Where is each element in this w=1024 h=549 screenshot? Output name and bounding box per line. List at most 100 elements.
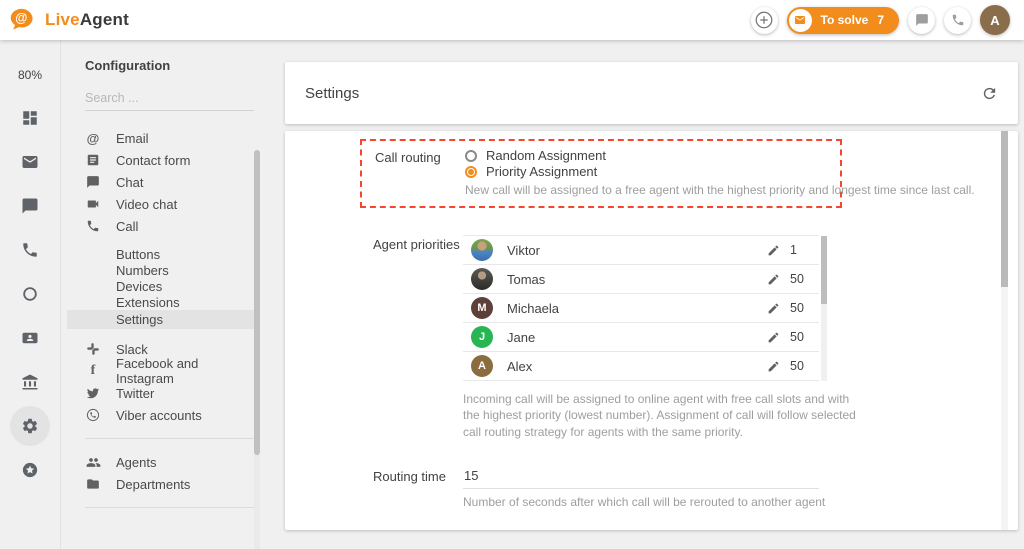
contacts-icon[interactable]: [10, 318, 50, 358]
slack-icon: [85, 342, 101, 356]
agent-priorities-section: Agent priorities Viktor 1 Tomas 50: [373, 235, 1018, 440]
chat-icon[interactable]: [10, 186, 50, 226]
topbar-actions: To solve 7 A: [751, 5, 1010, 35]
chats-button[interactable]: [908, 7, 935, 34]
mail-icon[interactable]: [10, 142, 50, 182]
sidebar-item-chat[interactable]: Chat: [85, 171, 254, 193]
sidebar-item-label: Slack: [116, 342, 148, 357]
sidebar-subitem-devices[interactable]: Devices: [85, 278, 254, 294]
avatar: [471, 268, 493, 290]
liveagent-logo[interactable]: @ LiveAgent: [10, 8, 129, 33]
chat-bubble-icon: [85, 175, 101, 189]
sidebar-item-label: Departments: [116, 477, 190, 492]
sidebar-item-call[interactable]: Call: [85, 215, 254, 237]
edit-priority-icon[interactable]: [767, 360, 780, 373]
sidebar-item-label: Chat: [116, 175, 143, 190]
agent-priorities-description: Incoming call will be assigned to online…: [463, 391, 861, 440]
routing-time-input[interactable]: [463, 468, 819, 489]
agent-row[interactable]: M Michaela 50: [463, 294, 819, 323]
status-ring-icon[interactable]: [10, 274, 50, 314]
content-scrollbar[interactable]: [1001, 131, 1008, 530]
sidebar-nav: @ Email Contact form Chat Video chat: [85, 127, 254, 508]
edit-priority-icon[interactable]: [767, 244, 780, 257]
phone-icon[interactable]: [10, 230, 50, 270]
sidebar-subitem-settings[interactable]: Settings: [67, 310, 254, 329]
dashboard-icon[interactable]: [10, 98, 50, 138]
routing-time-description: Number of seconds after which call will …: [463, 494, 825, 510]
video-camera-icon: [85, 197, 101, 211]
agent-row[interactable]: Tomas 50: [463, 265, 819, 294]
settings-header: Settings: [285, 62, 1018, 124]
refresh-button[interactable]: [981, 85, 998, 102]
to-solve-button[interactable]: To solve 7: [787, 7, 899, 34]
sidebar-item-label: Agents: [116, 455, 156, 470]
sidebar-divider: [85, 507, 254, 508]
agent-list-scrollbar[interactable]: [821, 236, 827, 381]
edit-priority-icon[interactable]: [767, 331, 780, 344]
avatar: J: [471, 326, 493, 348]
to-solve-label: To solve: [821, 13, 869, 27]
sidebar-divider: [85, 438, 254, 439]
edit-priority-icon[interactable]: [767, 273, 780, 286]
avatar: A: [471, 355, 493, 377]
to-solve-count: 7: [877, 13, 884, 27]
edit-priority-icon[interactable]: [767, 302, 780, 315]
routing-time-section: Routing time Number of seconds after whi…: [373, 467, 1018, 510]
sidebar-item-viber[interactable]: Viber accounts: [85, 404, 254, 426]
main-panel: Settings Call routing Random Assignment …: [283, 40, 1024, 549]
liveagent-wordmark: LiveAgent: [45, 10, 129, 30]
agent-priorities-label: Agent priorities: [373, 235, 463, 440]
agents-icon: [85, 455, 101, 470]
agent-row[interactable]: Viktor 1: [463, 236, 819, 265]
radio-priority-assignment[interactable]: Priority Assignment: [465, 164, 985, 179]
agent-list-scrollbar-thumb[interactable]: [821, 236, 827, 304]
page-title: Settings: [305, 85, 359, 102]
sidebar-item-label: Call: [116, 219, 138, 234]
sidebar-subitem-numbers[interactable]: Numbers: [85, 262, 254, 278]
sidebar-item-label: Viber accounts: [116, 408, 202, 423]
avatar: M: [471, 297, 493, 319]
sidebar-subitem-extensions[interactable]: Extensions: [85, 294, 254, 310]
sidebar-scrollbar[interactable]: [254, 150, 260, 549]
avatar: [471, 239, 493, 261]
settings-gear-icon[interactable]: [10, 406, 50, 446]
user-avatar[interactable]: A: [980, 5, 1010, 35]
content-scrollbar-thumb[interactable]: [1001, 131, 1008, 287]
configuration-sidebar: Configuration @ Email Contact form Chat: [60, 40, 283, 549]
sidebar-item-email[interactable]: @ Email: [85, 127, 254, 149]
radio-unchecked-icon: [465, 150, 477, 162]
call-routing-options: Random Assignment Priority Assignment Ne…: [465, 148, 985, 198]
sidebar-subitem-buttons[interactable]: Buttons: [85, 246, 254, 262]
icon-rail: 80%: [0, 40, 60, 549]
sidebar-item-label: Twitter: [116, 386, 154, 401]
star-icon[interactable]: [10, 450, 50, 490]
sidebar-item-video-chat[interactable]: Video chat: [85, 193, 254, 215]
sidebar-item-label: Facebook and Instagram: [116, 356, 254, 386]
sidebar-item-label: Email: [116, 131, 149, 146]
at-icon: @: [85, 131, 101, 146]
call-routing-label: Call routing: [375, 148, 465, 198]
routing-time-label: Routing time: [373, 467, 463, 510]
sidebar-scrollbar-thumb[interactable]: [254, 150, 260, 455]
call-routing-description: New call will be assigned to a free agen…: [465, 182, 985, 198]
search-input[interactable]: [85, 87, 254, 111]
agent-row[interactable]: A Alex 50: [463, 352, 819, 381]
folder-icon: [85, 477, 101, 491]
svg-text:@: @: [15, 11, 27, 25]
sidebar-item-agents[interactable]: Agents: [85, 451, 254, 473]
add-button[interactable]: [751, 7, 778, 34]
contact-form-icon: [85, 153, 101, 167]
twitter-icon: [85, 386, 101, 400]
liveagent-bubble-icon: @: [10, 8, 38, 33]
radio-random-assignment[interactable]: Random Assignment: [465, 148, 985, 163]
academy-icon[interactable]: [10, 362, 50, 402]
calls-button[interactable]: [944, 7, 971, 34]
sidebar-item-contact-form[interactable]: Contact form: [85, 149, 254, 171]
sidebar-item-facebook-instagram[interactable]: f Facebook and Instagram: [85, 360, 254, 382]
call-routing-highlight: Call routing Random Assignment Priority …: [360, 139, 842, 208]
agent-row[interactable]: J Jane 50: [463, 323, 819, 352]
viber-icon: [85, 408, 101, 422]
sidebar-item-departments[interactable]: Departments: [85, 473, 254, 495]
radio-checked-icon: [465, 166, 477, 178]
agent-priorities-list: Viktor 1 Tomas 50 M Michaela 50: [463, 235, 819, 381]
